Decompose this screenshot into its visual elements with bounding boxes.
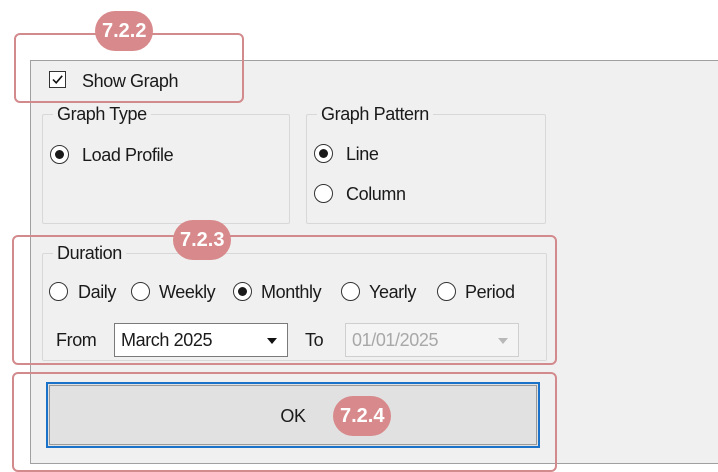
callout-badge-7-2-4: 7.2.4 <box>333 396 392 436</box>
callout-box-duration <box>12 235 557 365</box>
line-label[interactable]: Line <box>346 143 379 165</box>
graph-pattern-title: Graph Pattern <box>317 103 433 125</box>
radio-line[interactable] <box>314 144 333 163</box>
radio-load-profile[interactable] <box>50 145 69 164</box>
load-profile-label[interactable]: Load Profile <box>82 144 174 166</box>
column-label[interactable]: Column <box>346 183 406 205</box>
graph-type-group: Graph Type <box>42 103 290 224</box>
callout-badge-7-2-2: 7.2.2 <box>95 11 154 51</box>
graph-pattern-group: Graph Pattern <box>306 103 546 224</box>
graph-type-title: Graph Type <box>53 103 151 125</box>
callout-badge-7-2-3: 7.2.3 <box>173 220 232 260</box>
radio-column[interactable] <box>314 184 333 203</box>
callout-box-ok <box>12 372 557 472</box>
